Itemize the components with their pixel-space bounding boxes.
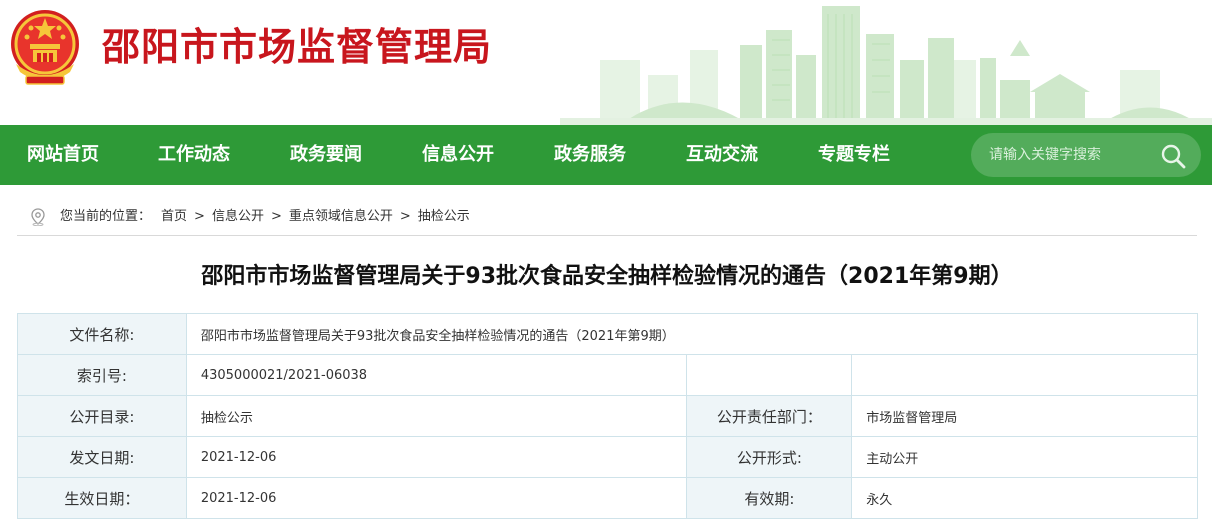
validity-label: 有效期: [686,477,853,519]
dept-label: 公开责任部门： [686,395,853,437]
search-input[interactable] [989,143,1149,167]
nav-item-special-topics[interactable]: 专题专栏 [818,125,890,185]
doc-name-value: 邵阳市市场监督管理局关于93批次食品安全抽样检验情况的通告（2021年第9期） [185,313,1199,355]
validity-value: 永久 [851,477,1198,519]
nav-item-work-news[interactable]: 工作动态 [158,125,230,185]
breadcrumb-separator: > [399,209,411,224]
breadcrumb-sampling-notice[interactable]: 抽检公示 [418,206,470,228]
nav-item-gov-news[interactable]: 政务要闻 [290,125,362,185]
table-row: 公开目录: 抽检公示 公开责任部门： 市场监督管理局 [17,395,1198,437]
table-row: 发文日期: 2021-12-06 公开形式: 主动公开 [17,436,1198,478]
index-label: 索引号: [17,354,187,396]
breadcrumb-key-areas[interactable]: 重点领域信息公开 [289,206,393,228]
form-value: 主动公开 [851,436,1198,478]
breadcrumb-prefix: 您当前的位置： [60,209,152,224]
table-row: 文件名称: 邵阳市市场监督管理局关于93批次食品安全抽样检验情况的通告（2021… [17,313,1199,355]
document-info-table: 文件名称: 邵阳市市场监督管理局关于93批次食品安全抽样检验情况的通告（2021… [17,313,1199,519]
city-skyline-illustration [560,6,1212,125]
site-header: 邵阳市市场监督管理局 [0,0,1212,125]
catalog-label: 公开目录: [17,395,187,437]
form-label: 公开形式: [686,436,853,478]
breadcrumb: 您当前的位置： 首页 > 信息公开 > 重点领域信息公开 > 抽检公示 [30,206,470,228]
index-value: 4305000021/2021-06038 [185,354,688,396]
search-box [971,133,1201,177]
article-title: 邵阳市市场监督管理局关于93批次食品安全抽样检验情况的通告（2021年第9期） [201,264,1013,289]
breadcrumb-divider [17,235,1197,236]
table-row: 生效日期： 2021-12-06 有效期: 永久 [17,477,1198,519]
nav-item-interaction[interactable]: 互动交流 [686,125,758,185]
breadcrumb-separator: > [270,209,282,224]
breadcrumb-separator: > [194,209,205,224]
location-icon [31,208,45,226]
issue-date-label: 发文日期: [17,436,187,478]
breadcrumb-home[interactable]: 首页 [161,206,187,228]
nav-item-gov-services[interactable]: 政务服务 [554,125,626,185]
effective-date-value: 2021-12-06 [185,477,688,519]
national-emblem-icon [11,10,79,85]
empty-cell [851,354,1198,396]
nav-item-home[interactable]: 网站首页 [27,125,99,185]
empty-cell [686,354,853,396]
table-row: 索引号: 4305000021/2021-06038 [17,354,1198,396]
dept-value: 市场监督管理局 [851,395,1198,437]
search-icon[interactable] [1159,142,1187,170]
effective-date-label: 生效日期： [17,477,187,519]
doc-name-label: 文件名称: [17,313,187,355]
site-title: 邵阳市市场监督管理局 [102,25,493,69]
breadcrumb-info-disclosure[interactable]: 信息公开 [212,206,264,228]
issue-date-value: 2021-12-06 [185,436,688,478]
catalog-value: 抽检公示 [185,395,688,437]
nav-item-info-disclosure[interactable]: 信息公开 [422,125,494,185]
